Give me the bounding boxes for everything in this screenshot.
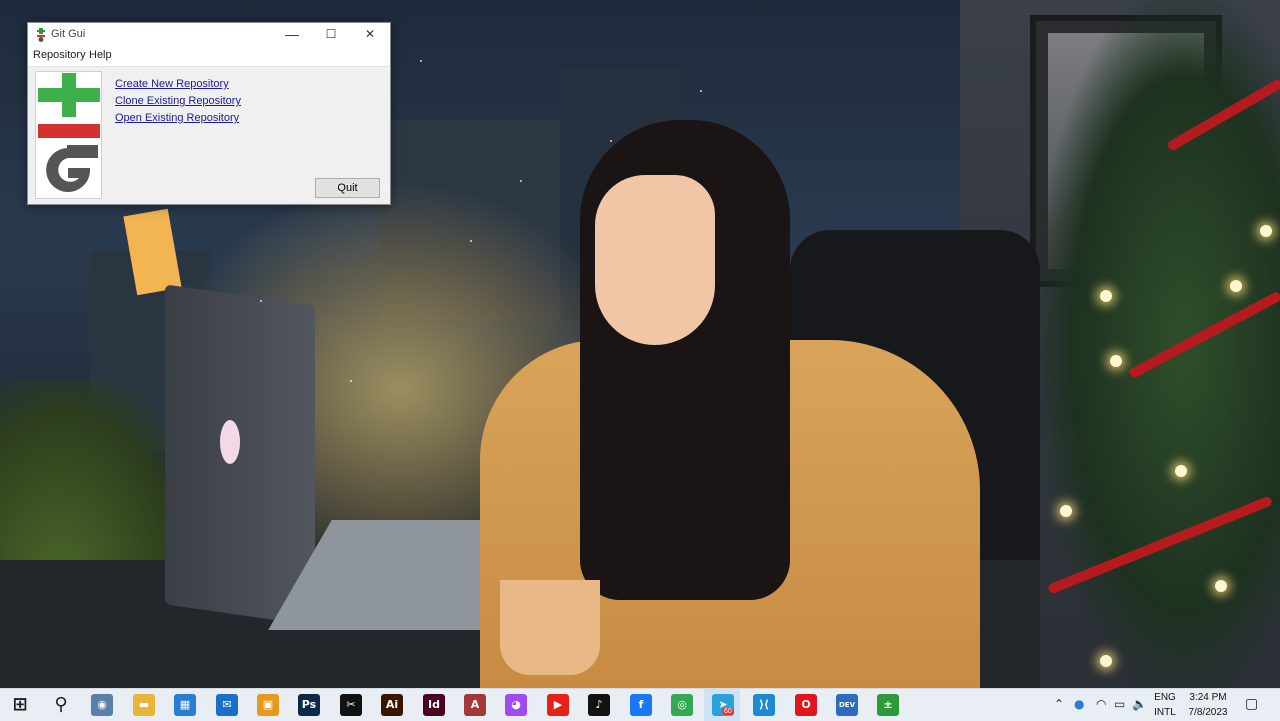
messenger-icon[interactable]: ◕ bbox=[505, 694, 527, 716]
create-new-repository-link[interactable]: Create New Repository bbox=[115, 78, 229, 90]
camera-icon[interactable]: ◉ bbox=[91, 694, 113, 716]
tiktok-icon[interactable]: ♪ bbox=[588, 694, 610, 716]
git-logo bbox=[35, 71, 102, 199]
menu-help[interactable]: Help bbox=[89, 49, 112, 61]
show-hidden-icons-chevron-icon[interactable]: ⌃ bbox=[1054, 697, 1064, 711]
chrome-icon[interactable]: ◎ bbox=[671, 694, 693, 716]
window-titlebar[interactable]: Git Gui — ☐ ✕ bbox=[28, 23, 390, 46]
minimize-button[interactable]: — bbox=[272, 23, 312, 46]
dev-icon[interactable]: DEV bbox=[836, 694, 858, 716]
quit-button[interactable]: Quit bbox=[315, 178, 380, 198]
tray-app-icon[interactable]: ● bbox=[1074, 697, 1084, 711]
notifications-icon[interactable]: ▢ bbox=[1245, 696, 1258, 712]
store-icon[interactable]: ▦ bbox=[174, 694, 196, 716]
opera-icon[interactable]: O bbox=[795, 694, 817, 716]
close-button[interactable]: ✕ bbox=[350, 23, 390, 46]
keyboard-layout[interactable]: INTL bbox=[1150, 707, 1180, 718]
capcut-icon[interactable]: ✂ bbox=[340, 694, 362, 716]
clock-date[interactable]: 7/8/2023 bbox=[1183, 707, 1233, 718]
git-gui-window: Git Gui — ☐ ✕ Repository Help Create New… bbox=[27, 22, 391, 205]
file-explorer-icon[interactable]: ▬ bbox=[133, 694, 155, 716]
menu-repository[interactable]: Repository bbox=[33, 49, 86, 61]
youtube-icon[interactable]: ▶ bbox=[547, 694, 569, 716]
access-icon[interactable]: A bbox=[464, 694, 486, 716]
photoshop-icon[interactable]: Ps bbox=[298, 694, 320, 716]
open-existing-repository-link[interactable]: Open Existing Repository bbox=[115, 112, 239, 124]
window-title: Git Gui bbox=[51, 28, 86, 40]
vscode-icon[interactable]: ⟩⟨ bbox=[753, 694, 775, 716]
telegram-badge: 60 bbox=[722, 708, 734, 715]
battery-icon[interactable]: ▭ bbox=[1114, 697, 1125, 711]
wifi-icon[interactable]: ◠ bbox=[1096, 697, 1106, 711]
clock-time[interactable]: 3:24 PM bbox=[1183, 692, 1233, 703]
remote-icon[interactable]: ▣ bbox=[257, 694, 279, 716]
menu-bar: Repository Help bbox=[28, 46, 390, 67]
taskbar: ⊞ ⚲ ◉ ▬ ▦ ✉ ▣ Ps ✂ Ai Id A ◕ ▶ ♪ f ◎ ➤ ⟩⟨ O DEV ± 60 ⌃ ● ◠ ▭ … bbox=[0, 688, 1280, 721]
illustrator-icon[interactable]: Ai bbox=[381, 694, 403, 716]
input-language[interactable]: ENG bbox=[1150, 692, 1180, 703]
search-icon[interactable]: ⚲ bbox=[50, 694, 72, 716]
window-content: Create New Repository Clone Existing Rep… bbox=[28, 67, 390, 204]
maximize-button[interactable]: ☐ bbox=[311, 23, 351, 46]
git-gui-icon[interactable]: ± bbox=[877, 694, 899, 716]
start-icon[interactable]: ⊞ bbox=[9, 694, 31, 716]
volume-icon[interactable]: 🔈 bbox=[1132, 697, 1147, 711]
mail-icon[interactable]: ✉ bbox=[216, 694, 238, 716]
git-gui-app-icon bbox=[37, 28, 45, 42]
clone-existing-repository-link[interactable]: Clone Existing Repository bbox=[115, 95, 241, 107]
facebook-icon[interactable]: f bbox=[630, 694, 652, 716]
indesign-icon[interactable]: Id bbox=[423, 694, 445, 716]
